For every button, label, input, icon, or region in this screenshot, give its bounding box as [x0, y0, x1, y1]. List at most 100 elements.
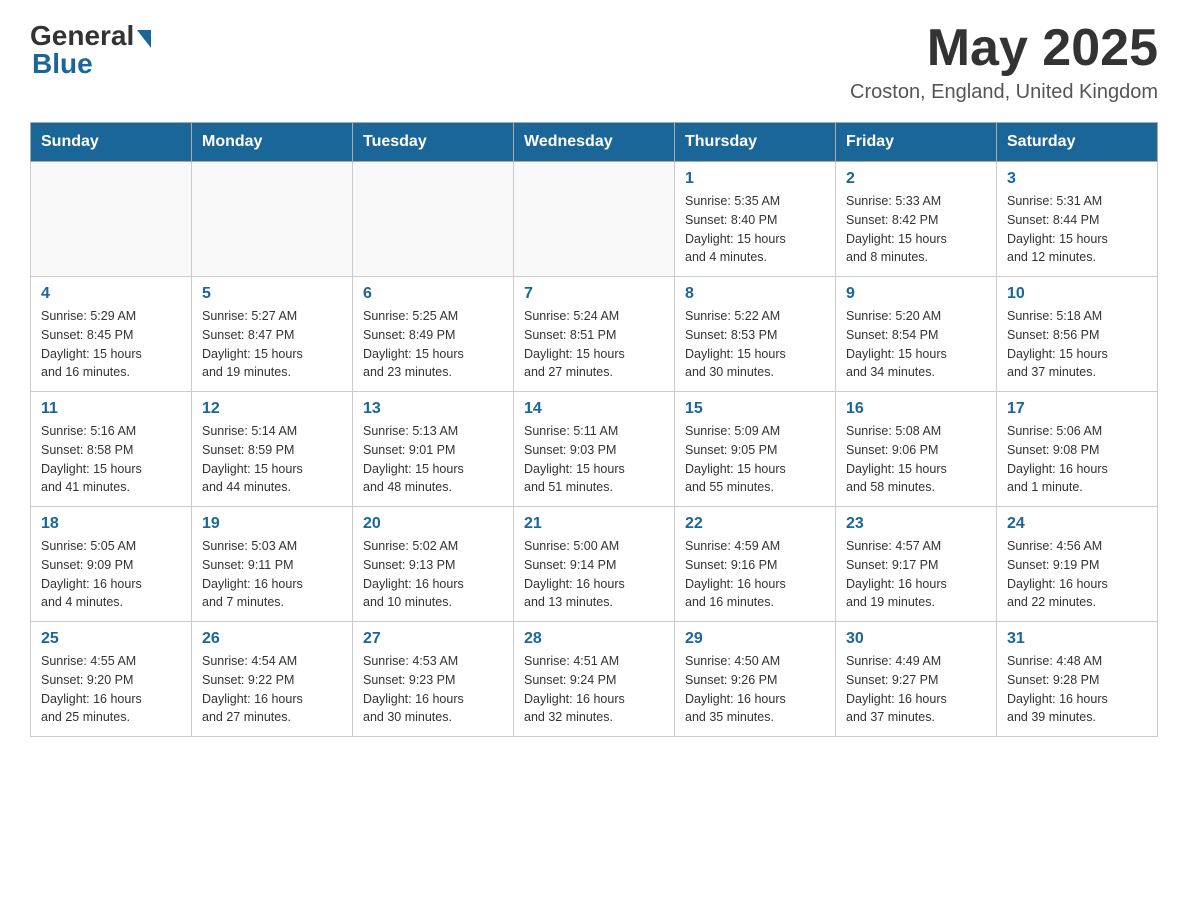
calendar-week-row: 1 Sunrise: 5:35 AMSunset: 8:40 PMDaylight… — [31, 162, 1158, 277]
day-number: 18 — [41, 515, 181, 533]
day-info: Sunrise: 5:35 AMSunset: 8:40 PMDaylight:… — [685, 192, 825, 267]
day-info: Sunrise: 5:27 AMSunset: 8:47 PMDaylight:… — [202, 307, 342, 382]
day-info: Sunrise: 5:18 AMSunset: 8:56 PMDaylight:… — [1007, 307, 1147, 382]
page-subtitle: Croston, England, United Kingdom — [850, 81, 1158, 104]
day-info: Sunrise: 5:25 AMSunset: 8:49 PMDaylight:… — [363, 307, 503, 382]
calendar-table: SundayMondayTuesdayWednesdayThursdayFrid… — [30, 122, 1158, 737]
calendar-day-header: Tuesday — [353, 123, 514, 162]
day-number: 14 — [524, 400, 664, 418]
calendar-day-cell: 3Sunrise: 5:31 AMSunset: 8:44 PMDaylight… — [997, 162, 1158, 277]
page-header: General Blue May 2025 Croston, England, … — [30, 20, 1158, 104]
calendar-day-header: Saturday — [997, 123, 1158, 162]
calendar-day-cell: 6Sunrise: 5:25 AMSunset: 8:49 PMDaylight… — [353, 277, 514, 392]
day-info: Sunrise: 4:54 AMSunset: 9:22 PMDaylight:… — [202, 652, 342, 727]
day-info: Sunrise: 5:00 AMSunset: 9:14 PMDaylight:… — [524, 537, 664, 612]
day-number: 9 — [846, 285, 986, 303]
day-info: Sunrise: 5:33 AMSunset: 8:42 PMDaylight:… — [846, 192, 986, 267]
calendar-day-cell: 25Sunrise: 4:55 AMSunset: 9:20 PMDayligh… — [31, 622, 192, 737]
calendar-day-cell — [192, 162, 353, 277]
day-number: 10 — [1007, 285, 1147, 303]
day-info: Sunrise: 4:53 AMSunset: 9:23 PMDaylight:… — [363, 652, 503, 727]
day-info: Sunrise: 5:24 AMSunset: 8:51 PMDaylight:… — [524, 307, 664, 382]
calendar-day-cell — [353, 162, 514, 277]
day-info: Sunrise: 4:59 AMSunset: 9:16 PMDaylight:… — [685, 537, 825, 612]
calendar-day-cell: 1 Sunrise: 5:35 AMSunset: 8:40 PMDaylight… — [675, 162, 836, 277]
calendar-day-cell: 8 Sunrise: 5:22 AMSunset: 8:53 PMDaylight… — [675, 277, 836, 392]
day-info: Sunrise: 5:14 AMSunset: 8:59 PMDaylight:… — [202, 422, 342, 497]
calendar-day-cell: 7 Sunrise: 5:24 AMSunset: 8:51 PMDaylight… — [514, 277, 675, 392]
calendar-day-header: Monday — [192, 123, 353, 162]
calendar-day-header: Sunday — [31, 123, 192, 162]
logo-blue-text: Blue — [32, 48, 93, 80]
day-number: 15 — [685, 400, 825, 418]
calendar-week-row: 4 Sunrise: 5:29 AMSunset: 8:45 PMDaylight… — [31, 277, 1158, 392]
calendar-day-cell: 23 Sunrise: 4:57 AMSunset: 9:17 PMDayligh… — [836, 507, 997, 622]
page-title: May 2025 — [850, 20, 1158, 77]
day-info: Sunrise: 5:08 AMSunset: 9:06 PMDaylight:… — [846, 422, 986, 497]
day-number: 30 — [846, 630, 986, 648]
day-number: 29 — [685, 630, 825, 648]
day-info: Sunrise: 4:55 AMSunset: 9:20 PMDaylight:… — [41, 652, 181, 727]
calendar-header-row: SundayMondayTuesdayWednesdayThursdayFrid… — [31, 123, 1158, 162]
day-info: Sunrise: 5:02 AMSunset: 9:13 PMDaylight:… — [363, 537, 503, 612]
calendar-day-cell: 29 Sunrise: 4:50 AMSunset: 9:26 PMDayligh… — [675, 622, 836, 737]
day-number: 27 — [363, 630, 503, 648]
day-info: Sunrise: 4:57 AMSunset: 9:17 PMDaylight:… — [846, 537, 986, 612]
day-info: Sunrise: 4:49 AMSunset: 9:27 PMDaylight:… — [846, 652, 986, 727]
day-number: 8 — [685, 285, 825, 303]
day-number: 4 — [41, 285, 181, 303]
calendar-day-header: Friday — [836, 123, 997, 162]
calendar-day-cell: 30 Sunrise: 4:49 AMSunset: 9:27 PMDayligh… — [836, 622, 997, 737]
day-number: 22 — [685, 515, 825, 533]
day-info: Sunrise: 5:05 AMSunset: 9:09 PMDaylight:… — [41, 537, 181, 612]
title-block: May 2025 Croston, England, United Kingdo… — [850, 20, 1158, 104]
logo: General Blue — [30, 20, 151, 80]
day-info: Sunrise: 5:03 AMSunset: 9:11 PMDaylight:… — [202, 537, 342, 612]
calendar-day-cell: 10 Sunrise: 5:18 AMSunset: 8:56 PMDayligh… — [997, 277, 1158, 392]
day-number: 7 — [524, 285, 664, 303]
day-info: Sunrise: 5:06 AMSunset: 9:08 PMDaylight:… — [1007, 422, 1147, 497]
day-number: 1 — [685, 170, 825, 188]
calendar-day-header: Wednesday — [514, 123, 675, 162]
calendar-day-cell: 4 Sunrise: 5:29 AMSunset: 8:45 PMDaylight… — [31, 277, 192, 392]
day-number: 26 — [202, 630, 342, 648]
day-number: 11 — [41, 400, 181, 418]
day-number: 20 — [363, 515, 503, 533]
day-number: 5 — [202, 285, 342, 303]
day-info: Sunrise: 5:29 AMSunset: 8:45 PMDaylight:… — [41, 307, 181, 382]
day-number: 2 — [846, 170, 986, 188]
calendar-day-cell: 21Sunrise: 5:00 AMSunset: 9:14 PMDayligh… — [514, 507, 675, 622]
calendar-day-cell: 28 Sunrise: 4:51 AMSunset: 9:24 PMDayligh… — [514, 622, 675, 737]
calendar-day-cell: 14 Sunrise: 5:11 AMSunset: 9:03 PMDayligh… — [514, 392, 675, 507]
calendar-day-cell: 24Sunrise: 4:56 AMSunset: 9:19 PMDayligh… — [997, 507, 1158, 622]
day-info: Sunrise: 5:09 AMSunset: 9:05 PMDaylight:… — [685, 422, 825, 497]
day-number: 17 — [1007, 400, 1147, 418]
calendar-day-cell: 17 Sunrise: 5:06 AMSunset: 9:08 PMDayligh… — [997, 392, 1158, 507]
calendar-day-header: Thursday — [675, 123, 836, 162]
day-info: Sunrise: 5:16 AMSunset: 8:58 PMDaylight:… — [41, 422, 181, 497]
day-number: 28 — [524, 630, 664, 648]
day-number: 3 — [1007, 170, 1147, 188]
day-info: Sunrise: 5:22 AMSunset: 8:53 PMDaylight:… — [685, 307, 825, 382]
calendar-day-cell: 9 Sunrise: 5:20 AMSunset: 8:54 PMDaylight… — [836, 277, 997, 392]
day-info: Sunrise: 4:50 AMSunset: 9:26 PMDaylight:… — [685, 652, 825, 727]
day-info: Sunrise: 4:51 AMSunset: 9:24 PMDaylight:… — [524, 652, 664, 727]
day-number: 23 — [846, 515, 986, 533]
day-number: 13 — [363, 400, 503, 418]
calendar-day-cell: 27 Sunrise: 4:53 AMSunset: 9:23 PMDayligh… — [353, 622, 514, 737]
logo-arrow-icon — [137, 30, 151, 48]
day-info: Sunrise: 5:20 AMSunset: 8:54 PMDaylight:… — [846, 307, 986, 382]
calendar-day-cell: 2 Sunrise: 5:33 AMSunset: 8:42 PMDaylight… — [836, 162, 997, 277]
calendar-day-cell: 22 Sunrise: 4:59 AMSunset: 9:16 PMDayligh… — [675, 507, 836, 622]
day-number: 12 — [202, 400, 342, 418]
calendar-day-cell: 18 Sunrise: 5:05 AMSunset: 9:09 PMDayligh… — [31, 507, 192, 622]
calendar-day-cell: 19 Sunrise: 5:03 AMSunset: 9:11 PMDayligh… — [192, 507, 353, 622]
day-info: Sunrise: 5:13 AMSunset: 9:01 PMDaylight:… — [363, 422, 503, 497]
day-number: 19 — [202, 515, 342, 533]
calendar-day-cell: 20 Sunrise: 5:02 AMSunset: 9:13 PMDayligh… — [353, 507, 514, 622]
day-info: Sunrise: 5:11 AMSunset: 9:03 PMDaylight:… — [524, 422, 664, 497]
day-number: 31 — [1007, 630, 1147, 648]
calendar-week-row: 25Sunrise: 4:55 AMSunset: 9:20 PMDayligh… — [31, 622, 1158, 737]
day-number: 16 — [846, 400, 986, 418]
calendar-day-cell: 16 Sunrise: 5:08 AMSunset: 9:06 PMDayligh… — [836, 392, 997, 507]
